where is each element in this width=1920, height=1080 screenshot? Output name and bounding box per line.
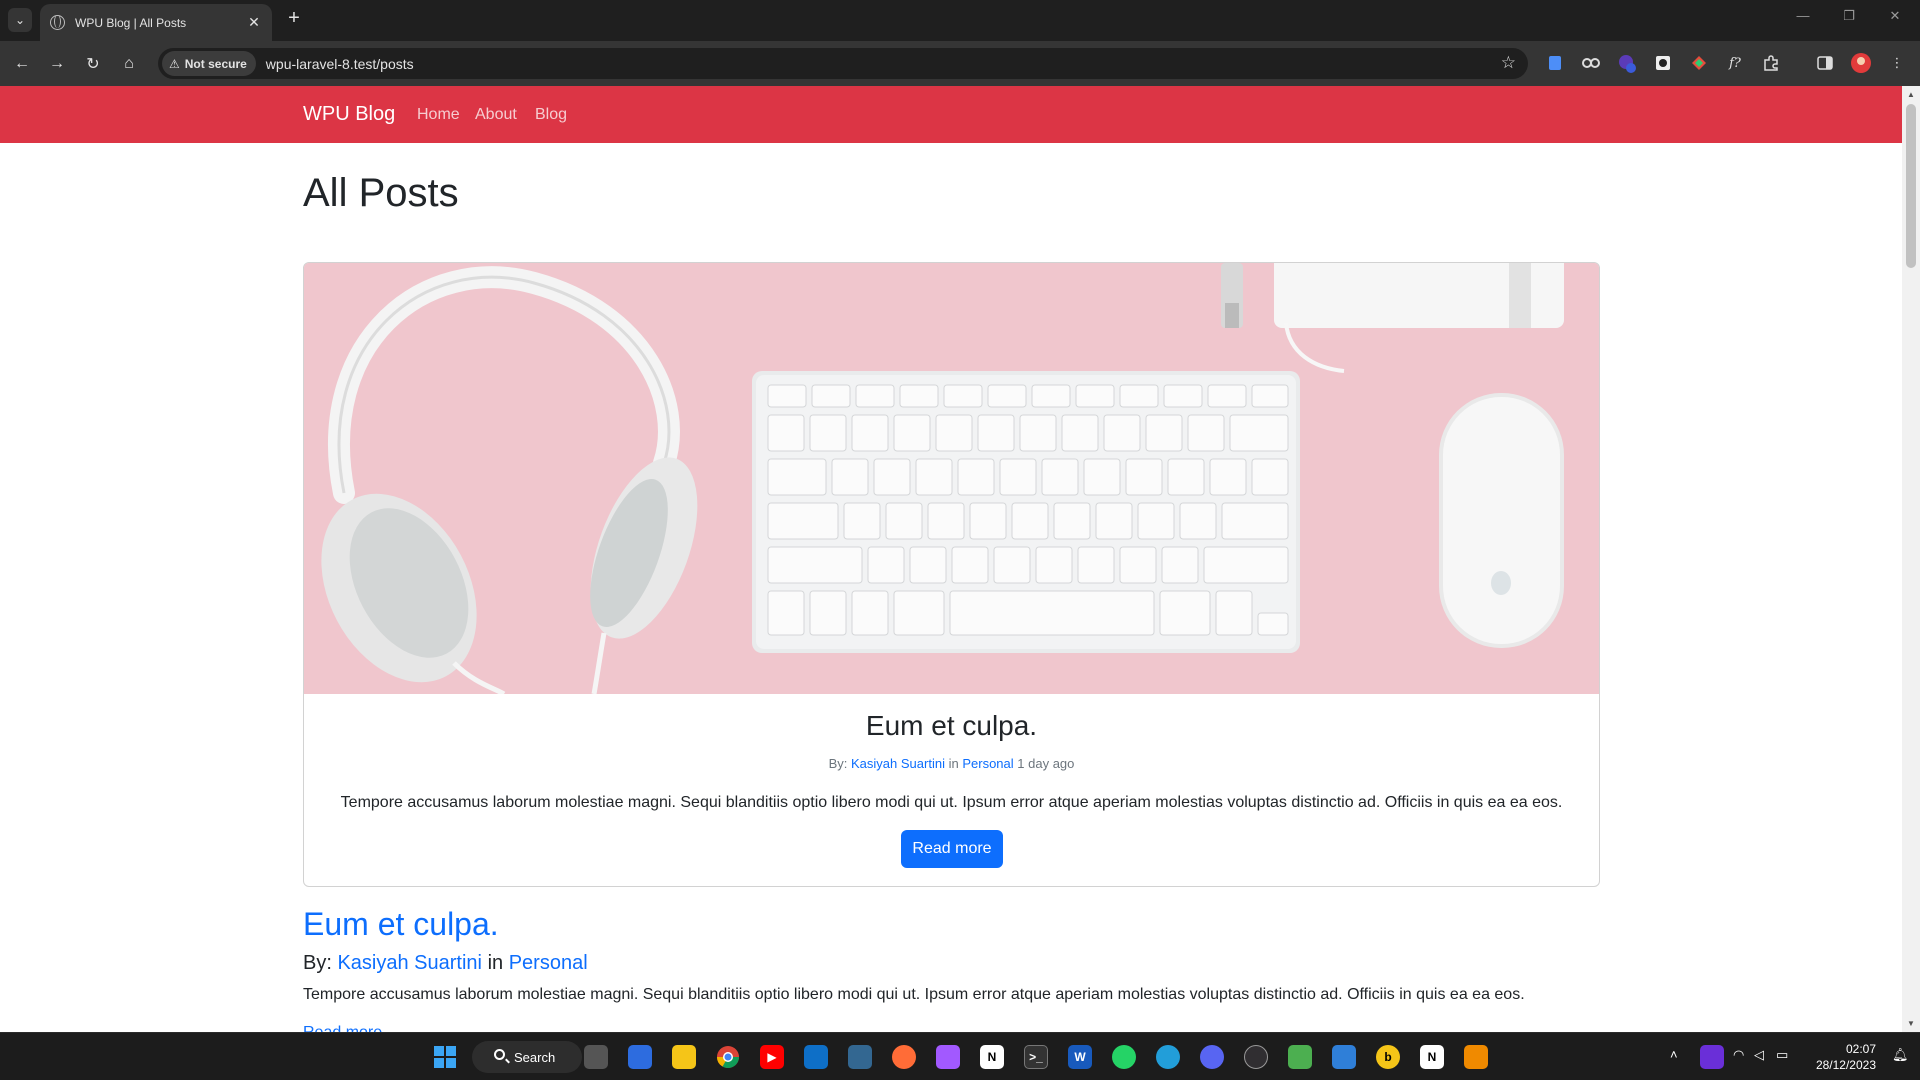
post-excerpt: Tempore accusamus laborum molestiae magn… [303, 986, 1525, 1003]
app-icon-b[interactable]: b [1376, 1045, 1400, 1069]
bookmark-star-icon[interactable]: ☆ [1501, 53, 1516, 73]
browser-tab-strip: ⌄ WPU Blog | All Posts ✕ + — ❐ ✕ [0, 0, 1920, 41]
search-icon [494, 1049, 505, 1060]
reload-icon[interactable]: ↻ [80, 51, 106, 77]
security-chip[interactable]: ⚠ Not secure [162, 51, 256, 76]
hero-post-card: Eum et culpa. By: Kasiyah Suartini in Pe… [303, 262, 1600, 887]
warning-icon: ⚠ [169, 56, 180, 71]
meta-in-label: in [948, 756, 959, 771]
post-in-label: in [487, 952, 504, 974]
post-by-label: By: [303, 952, 332, 974]
post-meta: By: Kasiyah Suartini in Personal [303, 952, 588, 975]
new-tab-button[interactable]: + [282, 7, 306, 30]
app-icon-tree[interactable] [1288, 1045, 1312, 1069]
figma-icon[interactable] [936, 1045, 960, 1069]
hero-category-link[interactable]: Personal [962, 756, 1013, 771]
scrollbar-thumb[interactable] [1906, 104, 1916, 268]
security-label: Not secure [184, 56, 247, 71]
minimize-window-icon[interactable]: — [1780, 8, 1826, 23]
page-title: All Posts [303, 171, 459, 215]
task-view-icon[interactable] [584, 1045, 608, 1069]
read-more-button[interactable]: Read more [901, 830, 1003, 868]
word-icon[interactable]: W [1068, 1045, 1092, 1069]
page-scrollbar[interactable]: ▲ ▼ [1902, 86, 1920, 1032]
taskbar-search-label: Search [514, 1049, 556, 1065]
keyboard-illustration [752, 371, 1300, 653]
whatsapp-icon[interactable] [1112, 1045, 1136, 1069]
hero-time-ago: 1 day ago [1017, 756, 1075, 771]
postman-icon[interactable] [892, 1045, 916, 1069]
telegram-icon[interactable] [1156, 1045, 1180, 1069]
url-text[interactable]: wpu-laravel-8.test/posts [266, 56, 414, 72]
hero-post-excerpt: Tempore accusamus laborum molestiae magn… [340, 794, 1563, 811]
photos-app-icon[interactable] [628, 1045, 652, 1069]
wifi-icon[interactable]: ◠ [1733, 1047, 1744, 1063]
post-category-link[interactable]: Personal [509, 952, 588, 974]
hero-post-title: Eum et culpa. [865, 710, 1038, 741]
notion-icon-2[interactable]: N [1420, 1045, 1444, 1069]
vlc-icon[interactable] [1464, 1045, 1488, 1069]
hero-author-link[interactable]: Kasiyah Suartini [851, 756, 945, 771]
battery-icon[interactable]: ▭ [1776, 1047, 1788, 1063]
postgresql-icon[interactable] [848, 1045, 872, 1069]
function-extension-icon[interactable]: f? [1725, 53, 1745, 73]
notepad-icon[interactable] [1332, 1045, 1356, 1069]
system-clock[interactable]: 02:07 28/12/2023 [1816, 1041, 1876, 1073]
browser-toolbar: ← → ↻ ⌂ ⚠ Not secure wpu-laravel-8.test/… [0, 41, 1920, 86]
site-globe-icon [50, 15, 65, 30]
web-page: WPU Blog Home About Blog All Posts Eum e… [0, 86, 1902, 1032]
scroll-up-icon[interactable]: ▲ [1902, 90, 1920, 99]
profile-avatar[interactable] [1851, 53, 1871, 73]
clock-time: 02:07 [1845, 1042, 1876, 1056]
hero-post-image [304, 263, 1599, 694]
home-icon[interactable]: ⌂ [116, 51, 142, 77]
volume-icon[interactable]: ◁ [1754, 1047, 1764, 1063]
extension-icon-5[interactable] [1689, 53, 1709, 73]
nav-link-about[interactable]: About [475, 106, 517, 124]
nav-link-blog[interactable]: Blog [535, 106, 567, 124]
side-panel-icon[interactable] [1815, 53, 1835, 73]
browser-menu-icon[interactable]: ⋮ [1887, 53, 1907, 73]
tray-app-icon[interactable] [1700, 1045, 1724, 1069]
address-bar[interactable]: ⚠ Not secure wpu-laravel-8.test/posts ☆ [158, 48, 1528, 79]
browser-tab-active[interactable]: WPU Blog | All Posts ✕ [40, 4, 272, 41]
extension-icon-2[interactable] [1581, 53, 1601, 73]
tab-search-icon[interactable]: ⌄ [8, 8, 32, 32]
vscode-icon[interactable] [804, 1045, 828, 1069]
notion-icon[interactable]: N [980, 1045, 1004, 1069]
navbar-brand[interactable]: WPU Blog [303, 103, 395, 126]
extension-icon-4[interactable] [1653, 53, 1673, 73]
nav-link-home[interactable]: Home [417, 106, 460, 124]
hero-post-meta: By: Kasiyah Suartini in Personal 1 day a… [304, 756, 1599, 771]
clock-date: 28/12/2023 [1815, 1058, 1876, 1072]
tab-title: WPU Blog | All Posts [75, 15, 187, 30]
obs-icon[interactable] [1244, 1045, 1268, 1069]
chrome-icon[interactable] [716, 1045, 740, 1069]
scroll-down-icon[interactable]: ▼ [1902, 1019, 1920, 1028]
post-title-link[interactable]: Eum et culpa. [303, 906, 499, 943]
windows-start-icon[interactable] [433, 1045, 457, 1069]
back-icon[interactable]: ← [9, 51, 35, 77]
discord-icon[interactable] [1200, 1045, 1224, 1069]
mouse-illustration [1439, 393, 1564, 648]
forward-icon[interactable]: → [44, 51, 70, 77]
post-author-link[interactable]: Kasiyah Suartini [337, 952, 482, 974]
extension-icon-3[interactable] [1617, 53, 1637, 73]
tab-close-icon[interactable]: ✕ [246, 14, 262, 31]
close-window-icon[interactable]: ✕ [1872, 8, 1918, 24]
post-read-more-link[interactable]: Read more [303, 1024, 382, 1032]
extensions-puzzle-icon[interactable] [1761, 53, 1781, 73]
file-explorer-icon[interactable] [672, 1045, 696, 1069]
terminal-icon[interactable]: >_ [1024, 1045, 1048, 1069]
site-navbar: WPU Blog Home About Blog [0, 86, 1902, 143]
meta-by-label: By: [828, 756, 848, 771]
windows-taskbar: Search ▶ N >_ W b N ˄ ◠ ◁ ▭ 02:07 28/12/… [0, 1032, 1920, 1080]
hero-post-body: Eum et culpa. By: Kasiyah Suartini in Pe… [304, 694, 1599, 886]
extension-icon-1[interactable] [1545, 53, 1565, 73]
tray-chevron-icon[interactable]: ˄ [1670, 1047, 1678, 1062]
notification-bell-icon[interactable]: 🔔︎ [1892, 1047, 1909, 1063]
youtube-icon[interactable]: ▶ [760, 1045, 784, 1069]
taskbar-search[interactable]: Search [472, 1041, 582, 1073]
restore-window-icon[interactable]: ❐ [1826, 8, 1872, 24]
